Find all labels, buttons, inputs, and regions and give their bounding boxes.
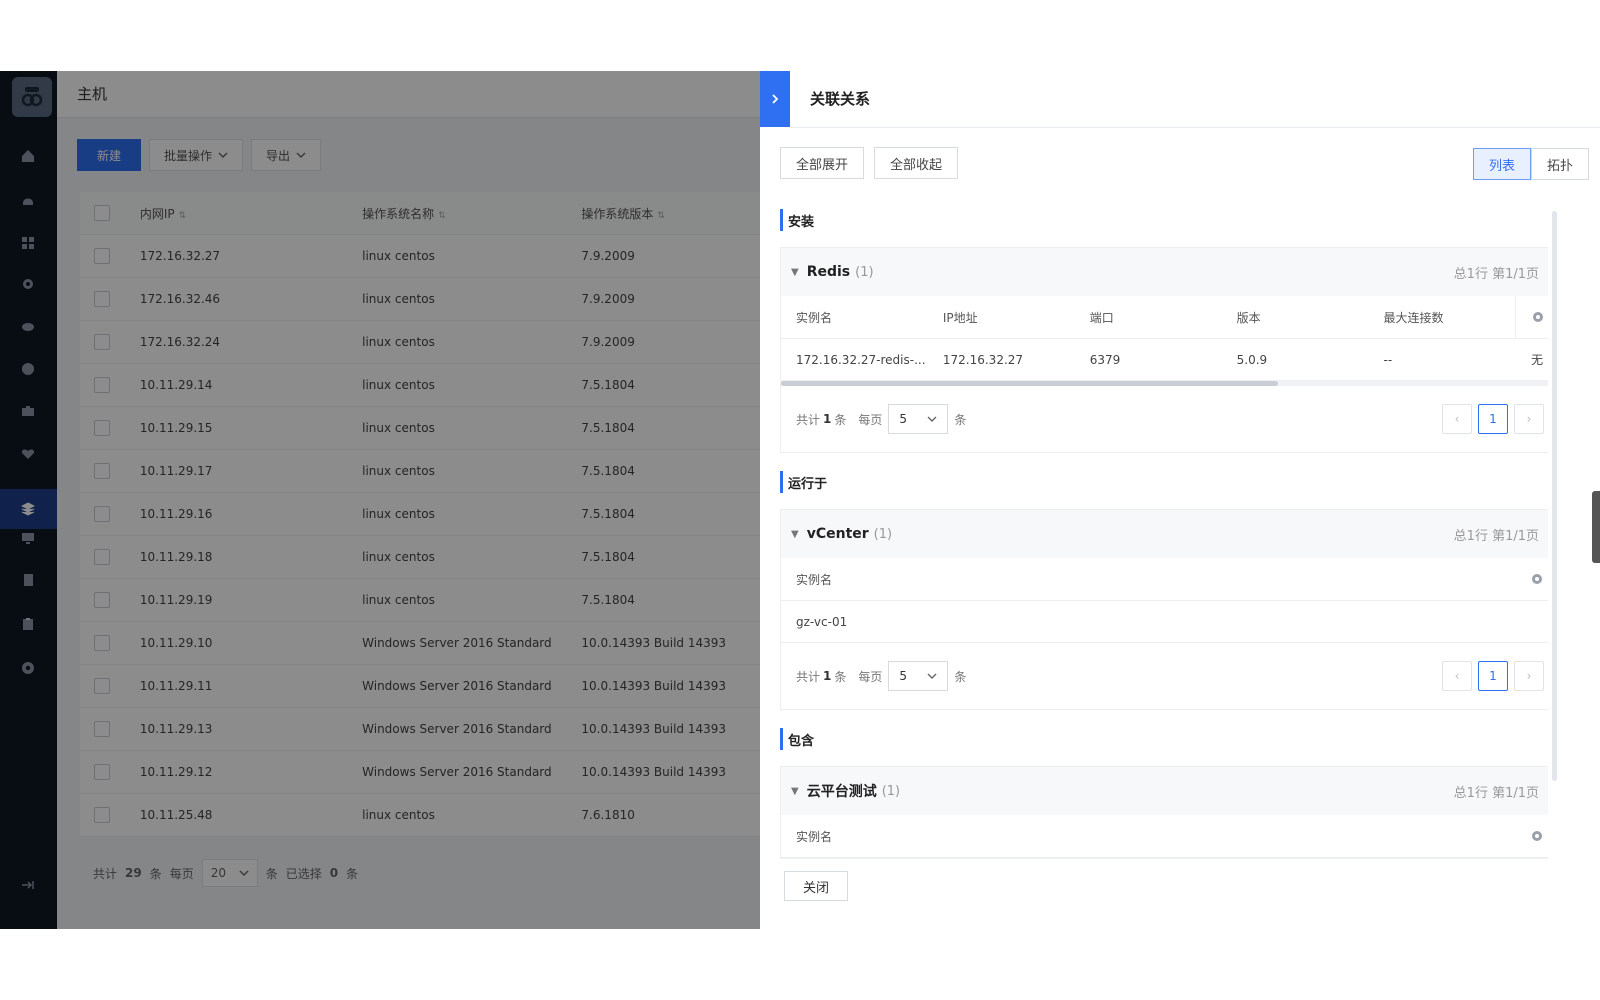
total-count: 1	[823, 412, 832, 426]
card-name: 云平台测试	[806, 784, 877, 800]
table-header: 实例名 IP地址 端口 版本 最大连接数	[781, 296, 1548, 339]
cell-instance-name[interactable]: 172.16.32.27-redis-...	[781, 353, 928, 367]
drawer-collapse-button[interactable]	[760, 71, 790, 127]
view-list-button[interactable]: 列表	[1473, 148, 1531, 180]
table-header: 实例名	[781, 815, 1548, 858]
card-count: (1)	[873, 526, 893, 542]
cell-port: 6379	[1089, 352, 1121, 367]
column-header: 版本	[1236, 310, 1261, 325]
relation-card-redis: ▼ Redis (1) 总1行 第1/1页 实例名 IP地址 端口 版本 最大连…	[780, 247, 1548, 453]
cell-instance-name[interactable]: gz-vc-01	[781, 615, 1548, 629]
chevron-down-icon	[927, 416, 937, 422]
gear-icon	[1532, 574, 1542, 584]
card-name: vCenter	[806, 526, 869, 542]
card-header[interactable]: ▼ Redis (1) 总1行 第1/1页	[781, 248, 1548, 296]
card-summary: 总1行 第1/1页	[1453, 266, 1539, 282]
column-header: 实例名	[796, 829, 833, 844]
per-page-label: 每页	[858, 412, 883, 427]
triangle-down-icon: ▼	[791, 266, 799, 278]
gear-icon	[1532, 831, 1542, 841]
close-button[interactable]: 关闭	[784, 871, 848, 901]
triangle-down-icon: ▼	[791, 785, 799, 797]
scrollbar-thumb[interactable]	[781, 381, 1278, 386]
column-header: 实例名	[796, 310, 833, 325]
column-header: 实例名	[796, 572, 833, 587]
relations-scroll-area[interactable]: 安装 ▼ Redis (1) 总1行 第1/1页 实例名 IP地址 端口 版本 …	[780, 201, 1548, 859]
page-size-select[interactable]: 5	[888, 404, 949, 434]
chevron-down-icon	[927, 673, 937, 679]
card-pagination: 共计 1 条 每页 5 条 ‹ 1 ›	[781, 386, 1548, 452]
column-settings-button[interactable]	[1515, 296, 1548, 338]
card-summary: 总1行 第1/1页	[1453, 528, 1539, 544]
total-suffix: 条	[834, 412, 847, 427]
column-settings-button[interactable]	[1515, 815, 1548, 857]
drawer-footer: 关闭	[760, 859, 1600, 929]
section-title-install: 安装	[780, 209, 1548, 231]
card-header[interactable]: ▼ vCenter (1) 总1行 第1/1页	[781, 510, 1548, 558]
column-header: 最大连接数	[1383, 310, 1444, 325]
gear-icon	[1532, 312, 1543, 322]
expand-all-button[interactable]: 全部展开	[780, 147, 865, 179]
app-window: 主机 新建 批量操作 导出 内网IP ⇅ 操作系统名称 ⇅ 操作系统版本 ⇅ 172.…	[0, 71, 1600, 929]
side-handle[interactable]	[1592, 491, 1600, 563]
pager: ‹ 1 ›	[1442, 661, 1544, 691]
drawer-title: 关联关系	[810, 90, 871, 108]
total-count: 1	[823, 669, 832, 683]
vertical-scrollbar[interactable]	[1552, 211, 1557, 781]
page-number[interactable]: 1	[1478, 404, 1508, 434]
page-number[interactable]: 1	[1478, 661, 1508, 691]
drawer-divider	[790, 127, 1600, 128]
view-topology-button[interactable]: 拓扑	[1531, 148, 1589, 180]
prev-page-button[interactable]: ‹	[1442, 661, 1472, 691]
modal-overlay[interactable]	[0, 71, 760, 929]
unit-label: 条	[954, 412, 967, 427]
prev-page-button[interactable]: ‹	[1442, 404, 1472, 434]
table-row[interactable]: gz-vc-01	[781, 601, 1548, 643]
collapse-all-button[interactable]: 全部收起	[874, 147, 959, 179]
relation-card-vcenter: ▼ vCenter (1) 总1行 第1/1页 实例名 gz-vc-01 共计 …	[780, 509, 1548, 710]
unit-label: 条	[954, 669, 967, 684]
total-prefix: 共计	[796, 669, 821, 684]
next-page-button[interactable]: ›	[1514, 404, 1544, 434]
table-header: 实例名	[781, 558, 1548, 601]
card-name: Redis	[806, 264, 851, 280]
section-title-runs-on: 运行于	[780, 471, 1548, 493]
next-page-button[interactable]: ›	[1514, 661, 1544, 691]
triangle-down-icon: ▼	[791, 528, 799, 540]
expand-controls: 全部展开 全部收起	[780, 147, 959, 179]
chevron-right-icon	[772, 94, 779, 104]
pager: ‹ 1 ›	[1442, 404, 1544, 434]
per-page-label: 每页	[858, 669, 883, 684]
cell-ip: 172.16.32.27	[942, 352, 1024, 367]
column-header: IP地址	[942, 310, 978, 325]
card-summary: 总1行 第1/1页	[1453, 785, 1539, 801]
relations-drawer: 关联关系 全部展开 全部收起 列表 拓扑 安装 ▼ Redis (1) 总1行 …	[760, 71, 1600, 929]
column-settings-button[interactable]	[1515, 558, 1548, 600]
section-title-contains: 包含	[780, 728, 1548, 750]
cell-extra: 无	[1531, 353, 1544, 367]
cell-version: 5.0.9	[1236, 352, 1268, 367]
card-count: (1)	[855, 264, 874, 280]
card-pagination: 共计 1 条 每页 5 条 ‹ 1 ›	[781, 643, 1548, 709]
total-prefix: 共计	[796, 412, 821, 427]
card-count: (1)	[881, 783, 901, 799]
relation-card-cloud-test: ▼ 云平台测试 (1) 总1行 第1/1页 实例名	[780, 766, 1548, 859]
table-row[interactable]: 172.16.32.27-redis-... 172.16.32.27 6379…	[781, 339, 1548, 381]
horizontal-scrollbar[interactable]	[781, 381, 1548, 386]
view-switch: 列表 拓扑	[1473, 148, 1589, 180]
card-header[interactable]: ▼ 云平台测试 (1) 总1行 第1/1页	[781, 767, 1548, 815]
page-size-select[interactable]: 5	[888, 661, 949, 691]
cell-max-connections: --	[1383, 352, 1393, 367]
total-suffix: 条	[834, 669, 847, 684]
column-header: 端口	[1089, 310, 1114, 325]
